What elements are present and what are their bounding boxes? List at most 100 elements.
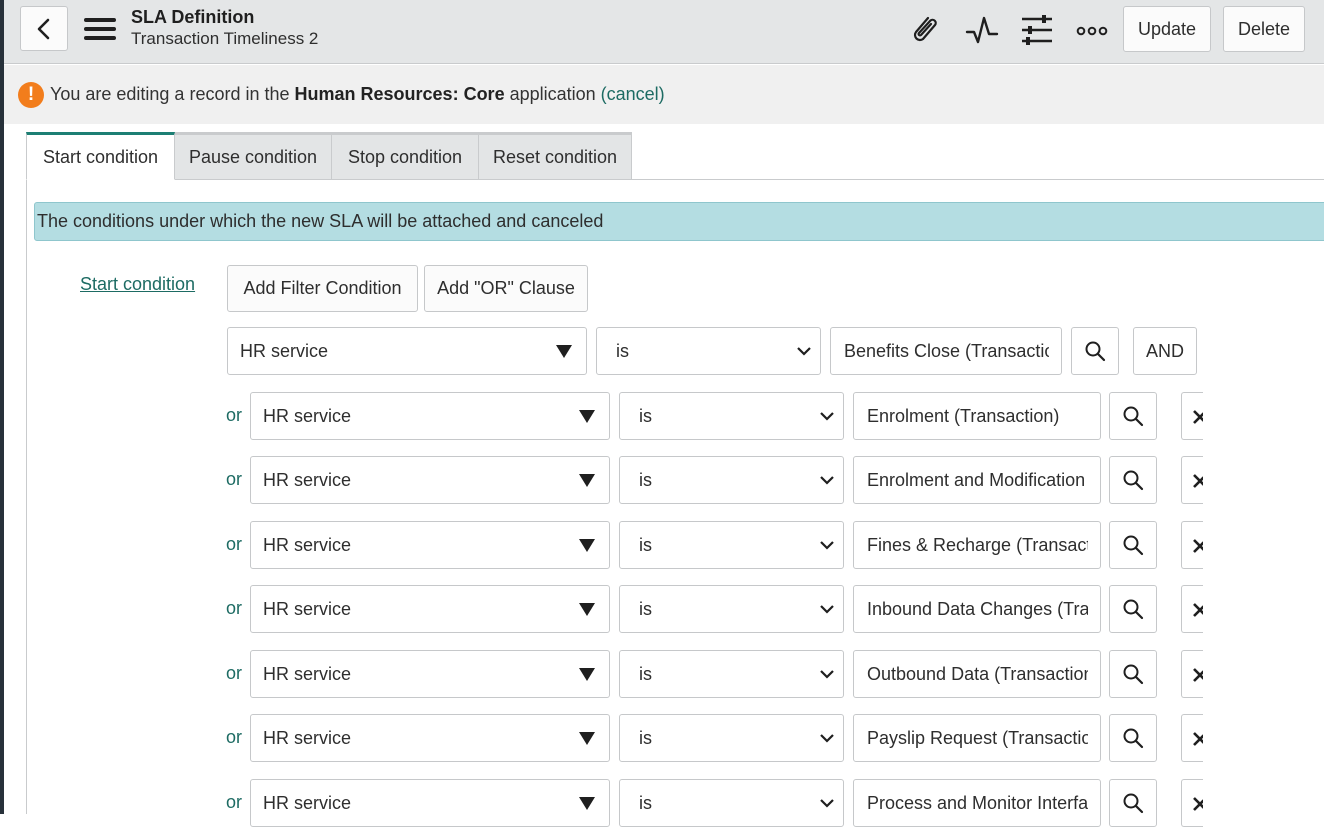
remove-condition-button[interactable] (1181, 392, 1203, 440)
field-select[interactable]: HR service (250, 585, 610, 633)
value-reference-field[interactable]: Enrolment (Transaction) (853, 392, 1101, 440)
search-icon (1123, 664, 1144, 685)
settings-sliders-icon[interactable] (1019, 12, 1055, 48)
field-select-value: HR service (263, 469, 352, 490)
search-icon (1123, 535, 1144, 556)
remove-condition-button[interactable] (1181, 456, 1203, 504)
close-icon (1193, 474, 1203, 488)
remove-condition-button[interactable] (1181, 714, 1203, 762)
value-text: Outbound Data (Transaction) (867, 663, 1088, 684)
operator-select[interactable]: is (619, 779, 844, 827)
lookup-button[interactable] (1109, 392, 1157, 440)
cancel-link[interactable]: (cancel) (601, 84, 665, 104)
dropdown-triangle-icon (579, 603, 595, 616)
delete-button[interactable]: Delete (1223, 6, 1305, 52)
operator-select[interactable]: is (619, 585, 844, 633)
lookup-button[interactable] (1109, 521, 1157, 569)
start-condition-label[interactable]: Start condition (80, 274, 195, 295)
value-text: Enrolment and Modification (Transaction) (867, 469, 1088, 490)
chevron-down-icon (797, 347, 811, 356)
remove-condition-button[interactable] (1181, 650, 1203, 698)
operator-value: is (639, 727, 652, 748)
close-icon (1193, 539, 1203, 553)
value-text: Benefits Close (Transaction) (844, 340, 1049, 361)
field-select[interactable]: HR service (250, 650, 610, 698)
condition-row: or HR service is Inbound Data Changes (T… (0, 585, 1324, 635)
tab-reset-condition[interactable]: Reset condition (478, 132, 632, 180)
field-select[interactable]: HR service (250, 456, 610, 504)
condition-row: or HR service is Outbound Data (Transact… (0, 650, 1324, 700)
value-reference-field[interactable]: Payslip Request (Transaction) (853, 714, 1101, 762)
banner-message: You are editing a record in the Human Re… (50, 84, 665, 105)
add-or-clause-button[interactable]: Add "OR" Clause (424, 265, 588, 312)
value-reference-field[interactable]: Fines & Recharge (Transaction) (853, 521, 1101, 569)
operator-select[interactable]: is (596, 327, 821, 375)
and-button[interactable]: AND (1133, 327, 1197, 375)
lookup-button[interactable] (1071, 327, 1119, 375)
operator-value: is (639, 405, 652, 426)
activity-icon[interactable] (964, 12, 1000, 48)
remove-condition-button[interactable] (1181, 779, 1203, 827)
paperclip-icon[interactable] (908, 12, 944, 48)
field-select-value: HR service (263, 598, 352, 619)
add-filter-condition-button[interactable]: Add Filter Condition (227, 265, 418, 312)
lookup-button[interactable] (1109, 650, 1157, 698)
operator-select[interactable]: is (619, 521, 844, 569)
value-reference-field[interactable]: Benefits Close (Transaction) (830, 327, 1062, 375)
field-select[interactable]: HR service (250, 392, 610, 440)
chevron-down-icon (820, 412, 834, 421)
back-button[interactable] (20, 6, 68, 51)
chevron-down-icon (820, 476, 834, 485)
field-select-value: HR service (263, 792, 352, 813)
tab-pause-condition[interactable]: Pause condition (174, 132, 332, 180)
condition-row: or HR service is Process and Monitor Int… (0, 779, 1324, 829)
value-text: Process and Monitor Interfaces (Transact… (867, 792, 1088, 813)
lookup-button[interactable] (1109, 585, 1157, 633)
lookup-button[interactable] (1109, 779, 1157, 827)
chevron-down-icon (820, 670, 834, 679)
more-icon[interactable] (1074, 12, 1110, 48)
operator-select[interactable]: is (619, 456, 844, 504)
value-reference-field[interactable]: Enrolment and Modification (Transaction) (853, 456, 1101, 504)
search-icon (1123, 470, 1144, 491)
or-label: or (226, 792, 243, 812)
dropdown-triangle-icon (556, 345, 572, 358)
chevron-down-icon (820, 734, 834, 743)
condition-row: or HR service is Enrolment and Modificat… (0, 456, 1324, 506)
operator-value: is (639, 469, 652, 490)
dropdown-triangle-icon (579, 539, 595, 552)
or-label: or (226, 598, 243, 618)
field-select-value: HR service (263, 534, 352, 555)
field-select[interactable]: HR service (227, 327, 587, 375)
dropdown-triangle-icon (579, 797, 595, 810)
field-select[interactable]: HR service (250, 779, 610, 827)
remove-condition-button[interactable] (1181, 521, 1203, 569)
search-icon (1123, 406, 1144, 427)
value-reference-field[interactable]: Inbound Data Changes (Transaction) (853, 585, 1101, 633)
field-select[interactable]: HR service (250, 521, 610, 569)
close-icon (1193, 732, 1203, 746)
update-button[interactable]: Update (1123, 6, 1211, 52)
banner-prefix: You are editing a record in the (50, 84, 295, 104)
condition-row: or HR service is Enrolment (Transaction) (0, 392, 1324, 442)
value-reference-field[interactable]: Process and Monitor Interfaces (Transact… (853, 779, 1101, 827)
menu-icon[interactable] (84, 17, 116, 41)
or-label: or (226, 663, 243, 683)
lookup-button[interactable] (1109, 456, 1157, 504)
operator-select[interactable]: is (619, 714, 844, 762)
field-select-value: HR service (263, 405, 352, 426)
window-edge (0, 0, 4, 814)
tab-start-condition[interactable]: Start condition (26, 132, 175, 180)
lookup-button[interactable] (1109, 714, 1157, 762)
value-reference-field[interactable]: Outbound Data (Transaction) (853, 650, 1101, 698)
field-select-value: HR service (240, 340, 329, 361)
operator-select[interactable]: is (619, 392, 844, 440)
field-select-value: HR service (263, 663, 352, 684)
operator-select[interactable]: is (619, 650, 844, 698)
tab-stop-condition[interactable]: Stop condition (331, 132, 479, 180)
remove-condition-button[interactable] (1181, 585, 1203, 633)
field-select-value: HR service (263, 727, 352, 748)
field-select[interactable]: HR service (250, 714, 610, 762)
operator-value: is (639, 598, 652, 619)
application-scope-banner: ! You are editing a record in the Human … (4, 65, 1324, 124)
